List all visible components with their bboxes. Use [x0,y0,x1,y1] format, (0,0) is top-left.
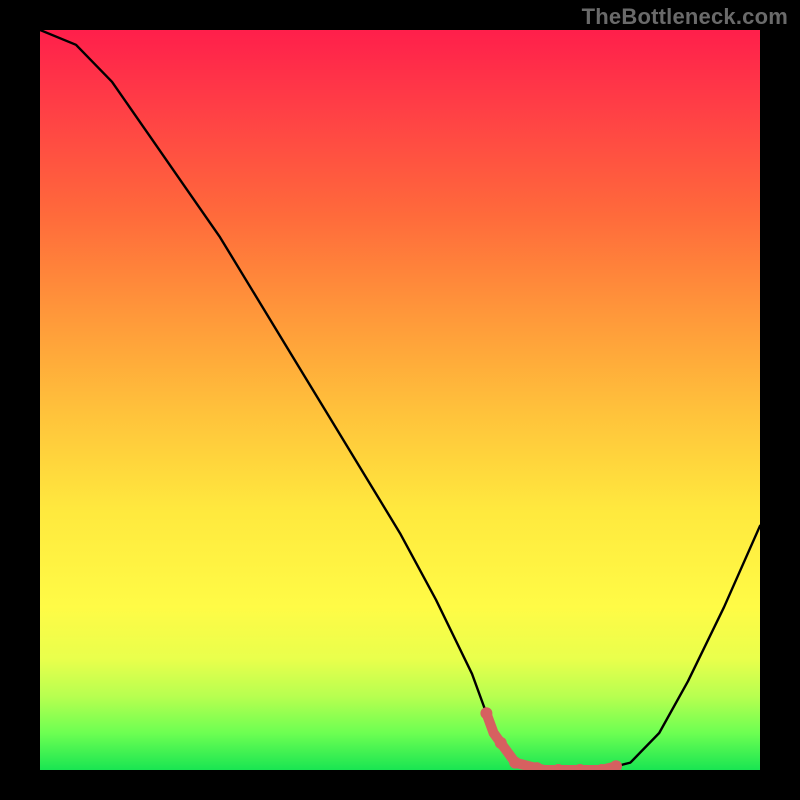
attribution-label: TheBottleneck.com [582,4,788,30]
marker-dot [480,707,492,719]
marker-group [480,707,622,770]
marker-dot [509,757,521,769]
chart-svg [40,30,760,770]
marker-dot [574,764,586,770]
marker-dot [610,760,622,770]
marker-dot [552,764,564,770]
plot-area [40,30,760,770]
chart-container: TheBottleneck.com [0,0,800,800]
bottleneck-curve-path [40,30,760,770]
marker-dot [495,737,507,749]
